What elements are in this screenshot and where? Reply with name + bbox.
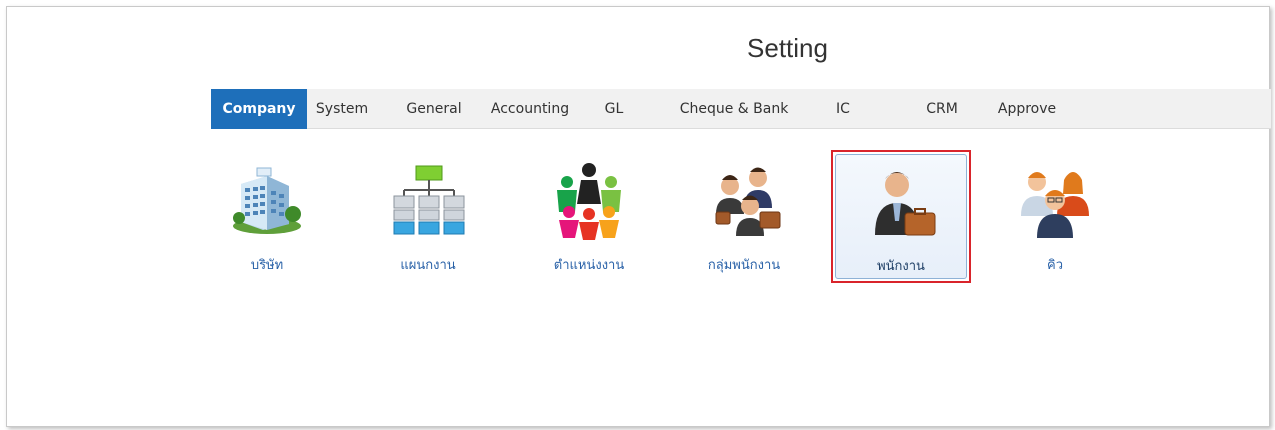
tile-label-employee: พนักงาน <box>877 259 925 274</box>
tile-employee-group[interactable]: กลุ่มพนักงาน <box>676 152 812 279</box>
employee-group-icon <box>715 167 781 236</box>
tile-label-company: บริษัท <box>250 258 284 273</box>
tab-crm[interactable]: CRM <box>877 89 1007 129</box>
queue-people-icon <box>1021 172 1089 238</box>
page-title: Setting <box>747 33 828 63</box>
tile-employee[interactable]: พนักงาน <box>831 150 971 283</box>
tab-ic[interactable]: IC <box>809 89 877 129</box>
tile-label-position: ตำแหน่งงาน <box>553 258 625 273</box>
company-building-icon <box>233 167 301 234</box>
tile-position[interactable]: ตำแหน่งงาน <box>521 152 657 279</box>
tile-label-queue: คิว <box>1047 258 1063 273</box>
employee-icon <box>875 172 936 236</box>
tab-gl[interactable]: GL <box>569 89 659 129</box>
people-circle-icon <box>557 163 621 240</box>
tab-company[interactable]: Company <box>211 89 307 129</box>
tab-cheque-bank[interactable]: Cheque & Bank <box>659 89 809 129</box>
tile-company[interactable]: บริษัท <box>199 152 335 279</box>
settings-tabbar: Company System General Accounting GL Che… <box>211 89 1271 129</box>
tab-approve[interactable]: Approve <box>998 89 1056 129</box>
tile-queue[interactable]: คิว <box>987 152 1123 279</box>
org-chart-icon <box>393 165 465 235</box>
tab-general[interactable]: General <box>377 89 491 129</box>
tab-accounting[interactable]: Accounting <box>491 89 569 129</box>
tile-label-employee-group: กลุ่มพนักงาน <box>707 258 781 273</box>
tab-system[interactable]: System <box>307 89 377 129</box>
tile-label-department: แผนกงาน <box>400 258 456 273</box>
tile-department[interactable]: แผนกงาน <box>360 152 496 279</box>
